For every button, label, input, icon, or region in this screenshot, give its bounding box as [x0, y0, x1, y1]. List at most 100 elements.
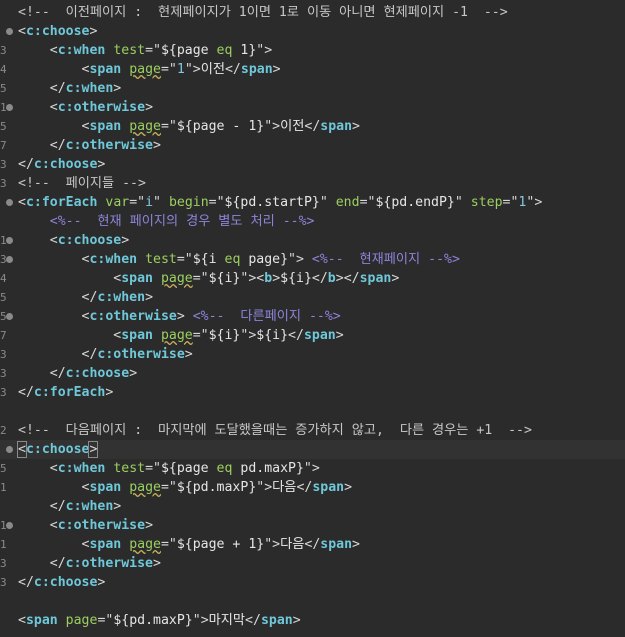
equals-token: ="	[145, 43, 161, 58]
fold-toggle-icon[interactable]	[6, 446, 13, 453]
equals-token: "	[192, 613, 201, 628]
equals-token: ="	[502, 195, 519, 210]
code-line[interactable]: 5 <c:when test="${page eq pd.maxP}">	[0, 459, 625, 478]
text-token: ${i	[192, 252, 225, 267]
attribute-token: page	[160, 328, 193, 343]
code-content: <span page="1">이전</span>	[18, 60, 625, 79]
fold-toggle-icon[interactable]	[6, 256, 13, 263]
tag-name-token: span	[320, 119, 353, 134]
equals-token: "	[454, 195, 463, 210]
code-line[interactable]: 7 <span page="${i}">${i}</span>	[0, 326, 625, 345]
code-line[interactable]: <span page="${pd.maxP}">마지막</span>	[0, 611, 625, 630]
code-editor[interactable]: <!-- 이전페이지 : 현제페이지가 1이면 1로 이동 아니면 현제페이지 …	[0, 0, 625, 637]
code-line[interactable]: 3 </c:otherwise>	[0, 345, 625, 364]
code-content: </c:choose>	[18, 573, 625, 592]
code-line[interactable]: <%-- 현재 페이지의 경우 별도 처리 --%>	[0, 212, 625, 231]
code-line[interactable]: 3 </c:choose>	[0, 364, 625, 383]
punctuation-token: </	[288, 328, 304, 343]
equals-token: ="	[359, 195, 376, 210]
line-number: 1	[0, 481, 7, 494]
tag-name-token: b	[327, 271, 336, 286]
punctuation-token: >	[192, 62, 201, 77]
code-line[interactable]: 3 <!-- 페이지들 -->	[0, 174, 625, 193]
code-line[interactable]: <c:choose>	[0, 440, 625, 459]
code-line[interactable]: <!-- 이전페이지 : 현제페이지가 1이면 1로 이동 아니면 현제페이지 …	[0, 3, 625, 22]
code-line[interactable]	[0, 592, 625, 611]
attribute-token: page	[129, 119, 161, 134]
code-line[interactable]: <c:choose>	[0, 22, 625, 41]
line-number: 3	[0, 367, 7, 380]
code-line[interactable]: 1 <span page="${page + 1}">다음</span>	[0, 535, 625, 554]
code-line[interactable]: 3 <c:when test="${page eq 1}">	[0, 41, 625, 60]
tag-name-token: c:when	[57, 461, 106, 476]
fold-toggle-icon[interactable]	[6, 313, 13, 320]
code-line[interactable]: 1 <span page="${pd.maxP}">다음</span>	[0, 478, 625, 497]
tag-name-token: c:when	[89, 252, 138, 267]
code-line[interactable]: </c:when>	[0, 497, 625, 516]
code-content: <span page="${page - 1}">이전</span>	[18, 117, 625, 136]
code-line[interactable]: 3 </c:choose>	[0, 573, 625, 592]
code-line[interactable]: 3 <c:when test="${i eq page}"> <%-- 현재페이…	[0, 250, 625, 269]
code-content	[18, 402, 625, 421]
comment-token: <!-- 페이지들 -->	[18, 176, 146, 191]
code-line[interactable]: <c:forEach var="i" begin="${pd.startP}" …	[0, 193, 625, 212]
punctuation-token: <	[18, 613, 26, 628]
attribute-token: eq	[216, 43, 233, 58]
text-token: ${page + 1}	[176, 537, 265, 552]
comment-token: <!-- 다음페이지 : 마지막에 도달했을때는 증가하지 않고, 다른 경우는…	[18, 423, 532, 438]
tag-name-token: c:otherwise	[97, 347, 185, 362]
line-number	[0, 402, 14, 421]
punctuation-token: >	[352, 119, 360, 134]
attribute-token: page	[160, 271, 193, 286]
punctuation-token: <	[18, 24, 26, 39]
code-line[interactable]: 5 </c:when>	[0, 288, 625, 307]
code-line[interactable]: 4 <span page="${i}"><b>${i}</b></span>	[0, 269, 625, 288]
code-line[interactable]: 5 <span page="${page - 1}">이전</span>	[0, 117, 625, 136]
line-number: 2	[0, 424, 7, 437]
text-token: ${i}	[208, 271, 241, 286]
code-content: </c:otherwise>	[18, 554, 625, 573]
tag-name-token: span	[303, 328, 336, 343]
code-line[interactable]: 1 <c:otherwise>	[0, 98, 625, 117]
code-line[interactable]: 3 </c:forEach>	[0, 383, 625, 402]
code-line[interactable]: 5 </c:when>	[0, 79, 625, 98]
tag-name-token: c:when	[57, 43, 106, 58]
fold-toggle-icon[interactable]	[6, 28, 13, 35]
code-line[interactable]: 1 <c:otherwise>	[0, 516, 625, 535]
fold-toggle-icon[interactable]	[6, 237, 13, 244]
code-content: <span page="${i}">${i}</span>	[18, 326, 625, 345]
text-token: pd.maxP}	[232, 461, 304, 476]
punctuation-token: </	[343, 271, 360, 286]
punctuation-token: >	[145, 518, 154, 533]
text-token: ${pd.endP}	[375, 195, 455, 210]
tag-name-token: c:choose	[33, 157, 98, 172]
code-line[interactable]: 4 <span page="1">이전</span>	[0, 60, 625, 79]
code-line[interactable]: 3 </c:choose>	[0, 155, 625, 174]
attribute-token: eq	[216, 461, 233, 476]
fold-toggle-icon[interactable]	[6, 522, 13, 529]
code-line[interactable]: 5 <c:otherwise> <%-- 다른페이지 --%>	[0, 307, 625, 326]
comment-token: <!-- 이전페이지 : 현제페이지가 1이면 1로 이동 아니면 현제페이지 …	[18, 5, 508, 20]
equals-token: "	[319, 195, 328, 210]
code-content: <c:when test="${page eq 1}">	[18, 41, 625, 60]
text-token: ${i}	[208, 328, 241, 343]
fold-toggle-icon[interactable]	[6, 199, 13, 206]
equals-token: ="	[160, 480, 177, 495]
code-line[interactable]: 3 </c:otherwise>	[0, 554, 625, 573]
fold-toggle-icon[interactable]	[6, 104, 13, 111]
code-line[interactable]: 7 </c:otherwise>	[0, 136, 625, 155]
punctuation-token: >	[335, 328, 344, 343]
code-line[interactable]: 1 <c:choose>	[0, 231, 625, 250]
text-token: ${page	[160, 43, 217, 58]
equals-token: "	[153, 195, 161, 210]
code-line[interactable]: 2 <!-- 다음페이지 : 마지막에 도달했을때는 증가하지 않고, 다른 경우…	[0, 421, 625, 440]
code-line[interactable]	[0, 402, 625, 421]
